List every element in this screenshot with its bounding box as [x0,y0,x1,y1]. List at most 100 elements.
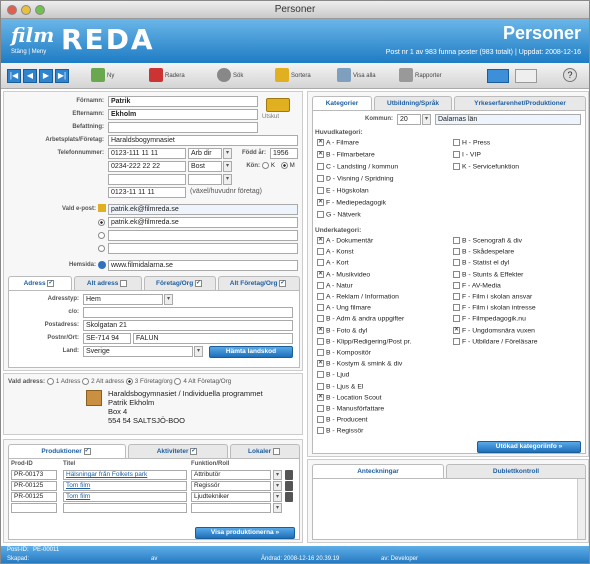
main-category-checkbox[interactable] [453,151,460,158]
prod-title-cell[interactable]: Hälsningar från Folkets park [63,470,187,480]
tab-notes[interactable]: Anteckningar [312,464,444,478]
prod-role-cell[interactable]: Regissör [191,481,271,491]
prod-id-cell[interactable]: PR-00125 [11,492,57,502]
email-1-radio[interactable] [98,219,105,226]
trash-icon[interactable] [285,492,293,502]
sub-category-item[interactable]: B - Statist el dyl [453,259,509,267]
prod-id-cell[interactable] [11,503,57,513]
sub-category-checkbox[interactable] [317,416,324,424]
show-all-button[interactable]: Visa alla [337,67,376,85]
gender-k-radio[interactable] [262,162,269,169]
email-field-3[interactable] [108,243,298,254]
main-category-item[interactable]: I - VIP [453,151,481,158]
table-row[interactable]: PR-00125 Tom film Ljudtekniker ▾ [11,492,297,502]
title-field[interactable] [108,122,258,133]
sub-category-item[interactable]: B - Producent [317,416,368,423]
main-category-checkbox[interactable] [317,211,324,218]
table-row[interactable]: ▾ [11,503,297,513]
sub-category-checkbox[interactable] [317,337,324,345]
sub-category-item[interactable]: B - Regissör [317,427,363,435]
sort-button[interactable]: Sortera [275,67,311,85]
phone-type-1[interactable]: Arb dir [188,148,222,159]
sub-category-item[interactable]: B - Ljud [317,371,349,379]
tab-alt-address[interactable]: Alt adress [74,276,142,290]
sub-category-item[interactable]: B - Stunts & Effekter [453,270,523,278]
tab-company[interactable]: Företag/Org ✓ [144,276,216,290]
sub-category-checkbox[interactable] [317,349,324,356]
phone-field-3[interactable] [108,174,186,185]
main-category-checkbox[interactable] [317,187,324,194]
tab-premises[interactable]: Lokaler [230,444,300,458]
show-productions-button[interactable]: Visa produktionerna » [195,527,295,539]
notes-scrollbar[interactable] [577,479,585,539]
delete-button[interactable]: Radera [149,67,185,85]
sub-category-item[interactable]: F - Utbildare / Föreläsare [453,337,538,345]
vald-adress-4-radio[interactable] [174,378,182,385]
role-dropdown[interactable]: ▾ [273,481,282,491]
reports-button[interactable]: Rapporter [399,67,442,85]
form-view-icon[interactable] [487,69,509,83]
country-field[interactable]: Sverige [83,346,193,357]
email-field-2[interactable] [108,230,298,241]
fetch-country-code-button[interactable]: Hämta landskod [209,346,293,358]
tab-address[interactable]: Adress ✓ [8,276,72,290]
city-field[interactable]: FALUN [133,333,293,344]
alt-company-checkbox[interactable]: ✓ [279,279,287,287]
main-category-checkbox[interactable] [317,175,324,182]
tab-education[interactable]: Utbildning/Språk [374,96,452,110]
country-dropdown[interactable]: ▾ [194,346,203,357]
municipality-code-field[interactable]: 20 [397,114,421,125]
birth-year-field[interactable]: 1956 [270,148,298,159]
vald-adress-3-radio[interactable] [125,378,133,385]
email-3-radio[interactable] [98,245,105,252]
role-dropdown[interactable]: ▾ [273,492,282,502]
phone-field-4[interactable]: 0123-11 11 11 [108,187,186,198]
sub-category-item[interactable]: A - Natur [317,281,353,289]
sub-category-item[interactable]: F - Film i skolan ansvar [453,293,532,300]
prod-role-cell[interactable]: Ljudtekniker [191,492,271,502]
sub-category-checkbox[interactable] [453,259,460,267]
sub-category-checkbox[interactable] [317,248,324,256]
phone-type-2[interactable]: Bost [188,161,222,172]
sub-category-item[interactable]: ✕ F - Ungdomsnära vuxen [453,326,535,334]
sub-category-item[interactable]: B - Kompositör [317,349,371,356]
gender-m-radio[interactable] [280,162,288,169]
main-category-item[interactable]: ✕ A - Filmare [317,139,359,146]
sub-category-item[interactable]: A - Konst [317,248,354,255]
search-button[interactable]: Sök [217,67,243,85]
selected-email-field[interactable]: patrik.ek@filmreda.se [108,204,298,215]
vald-adress-1-radio[interactable] [46,378,54,385]
productions-checkbox[interactable]: ✓ [83,447,91,455]
trash-icon[interactable] [285,481,293,491]
prod-id-cell[interactable]: PR-00173 [11,470,57,480]
email-icon[interactable] [98,204,106,212]
sub-category-checkbox[interactable] [317,259,324,267]
tab-categories[interactable]: Kategorier [312,96,372,110]
table-row[interactable]: PR-00173 Hälsningar från Folkets park Attr… [11,470,297,480]
main-category-item[interactable]: C - Landsting / kommun [317,163,398,170]
last-name-field[interactable]: Ekholm [108,109,258,120]
first-record-button[interactable]: |◀ [7,69,21,83]
list-view-icon[interactable] [515,69,537,83]
sub-category-checkbox[interactable] [453,248,460,256]
sub-category-checkbox[interactable] [317,315,324,323]
prod-title-cell[interactable]: Tom film [63,492,187,502]
phone-type-2-dropdown[interactable]: ▾ [223,161,232,172]
alt-address-checkbox[interactable] [120,279,128,287]
address-type-field[interactable]: Hem [83,294,163,305]
municipality-name-field[interactable]: Dalarnas län [435,114,581,125]
last-record-button[interactable]: ▶| [55,69,69,83]
tab-duplicate-check[interactable]: Dublettkontroll [446,464,586,478]
sub-category-checkbox[interactable]: ✕ [317,270,324,278]
main-category-item[interactable]: ✕ F - Mediepedagogik [317,199,386,206]
sub-category-checkbox[interactable] [453,270,460,278]
phone-type-1-dropdown[interactable]: ▾ [223,148,232,159]
main-category-item[interactable]: E - Högskolan [317,187,369,194]
homepage-field[interactable]: www.filmidalarna.se [108,260,298,271]
prod-title-cell[interactable] [63,503,187,513]
sub-category-item[interactable]: B - Ljus & El [317,382,363,390]
phone-type-3-dropdown[interactable]: ▾ [223,174,232,185]
tab-experience[interactable]: Yrkeserfarenhet/Produktioner [454,96,586,110]
sub-category-checkbox[interactable] [317,281,324,289]
sub-category-item[interactable]: A - Ung filmare [317,304,371,311]
